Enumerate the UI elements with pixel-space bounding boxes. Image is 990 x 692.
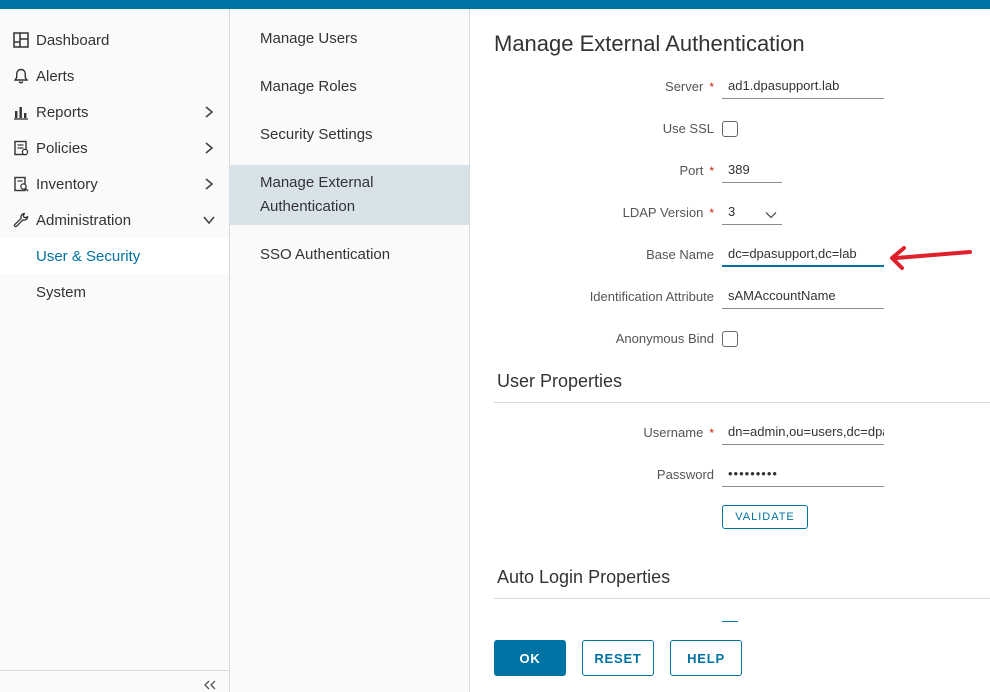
identification-attribute-label: Identification Attribute	[589, 289, 714, 304]
auto-login-checkbox[interactable]	[722, 621, 738, 622]
validate-button[interactable]: VALIDATE	[722, 505, 808, 529]
user-properties-heading: User Properties	[497, 371, 623, 391]
page-title: Manage External Authentication	[494, 31, 805, 56]
bar-chart-icon	[12, 103, 30, 121]
identification-attribute-input[interactable]: sAMAccountName	[722, 285, 884, 309]
bell-icon	[12, 67, 30, 85]
nav-item-policies[interactable]: Policies	[0, 130, 229, 166]
primary-sidebar: Dashboard Alerts Reports Policies Invent…	[0, 9, 230, 692]
subnav-label: Manage External	[260, 174, 374, 191]
use-ssl-label: Use SSL	[662, 121, 714, 136]
subnav-label: Authentication	[260, 198, 356, 215]
anonymous-bind-label: Anonymous Bind	[615, 331, 714, 346]
username-input[interactable]: dn=admin,ou=users,dc=dpasupport,dc=lab	[722, 421, 884, 445]
password-label: Password	[656, 467, 714, 482]
chevron-down-icon	[765, 212, 777, 219]
wrench-icon	[12, 211, 30, 229]
anonymous-bind-checkbox[interactable]	[722, 331, 738, 347]
help-button[interactable]: HELP	[670, 640, 742, 676]
nav-item-inventory[interactable]: Inventory	[0, 166, 229, 202]
dashboard-icon	[12, 31, 30, 49]
subnav-item-security-settings[interactable]: Security Settings	[230, 123, 469, 147]
nav-label: User & Security	[36, 247, 141, 265]
nav-label: Inventory	[36, 175, 98, 193]
subnav-label: Security Settings	[260, 126, 373, 143]
secondary-sidebar: Manage Users Manage Roles Security Setti…	[230, 9, 470, 692]
chevron-down-icon	[203, 216, 215, 225]
subnav-item-manage-users[interactable]: Manage Users	[230, 27, 469, 51]
nav-item-alerts[interactable]: Alerts	[0, 58, 229, 94]
nav-label: Dashboard	[36, 31, 110, 49]
top-header-bar	[0, 0, 990, 9]
required-marker: *	[709, 80, 714, 94]
reset-button[interactable]: RESET	[582, 640, 654, 676]
required-marker: *	[709, 206, 714, 220]
subnav-item-sso-authentication[interactable]: SSO Authentication	[230, 243, 469, 267]
ldap-version-value: 3	[728, 204, 736, 219]
password-input[interactable]: •••••••••	[722, 463, 884, 487]
nav-item-system[interactable]: System	[0, 274, 229, 310]
subnav-item-manage-external-authentication[interactable]: Manage External Authentication	[230, 165, 469, 225]
subnav-label: Manage Roles	[260, 78, 357, 95]
chevron-right-icon	[205, 178, 214, 190]
required-marker: *	[709, 426, 714, 440]
required-marker: *	[709, 164, 714, 178]
use-ssl-checkbox[interactable]	[722, 121, 738, 137]
double-chevron-left-icon	[204, 680, 216, 690]
ok-button[interactable]: OK	[494, 640, 566, 676]
subnav-label: Manage Users	[260, 30, 358, 47]
server-label: Server *	[665, 79, 714, 94]
nav-label: Policies	[36, 139, 88, 157]
nav-label: System	[36, 283, 87, 301]
chevron-right-icon	[205, 142, 214, 154]
nav-item-administration[interactable]: Administration	[0, 202, 229, 238]
policy-icon	[12, 139, 30, 157]
nav-item-reports[interactable]: Reports	[0, 94, 229, 130]
inventory-icon	[12, 175, 30, 193]
nav-item-dashboard[interactable]: Dashboard	[0, 22, 229, 58]
port-label: Port *	[679, 163, 714, 178]
section-divider	[494, 598, 990, 599]
base-name-label: Base Name	[646, 247, 714, 262]
section-divider	[494, 402, 990, 403]
subnav-label: SSO Authentication	[260, 246, 391, 263]
annotation-arrow-icon	[890, 246, 972, 270]
subnav-item-manage-roles[interactable]: Manage Roles	[230, 75, 469, 99]
base-name-input[interactable]: dc=dpasupport,dc=lab	[722, 243, 884, 267]
server-input[interactable]: ad1.dpasupport.lab	[722, 75, 884, 99]
nav-label: Reports	[36, 103, 89, 121]
username-label: Username *	[643, 425, 714, 440]
nav-item-user-security[interactable]: User & Security	[0, 238, 229, 274]
main-content: Manage External Authentication Server * a…	[470, 9, 990, 692]
port-input[interactable]: 389	[722, 159, 782, 183]
chevron-right-icon	[205, 106, 214, 118]
nav-label: Administration	[36, 211, 132, 229]
ldap-version-label: LDAP Version *	[622, 205, 714, 220]
nav-label: Alerts	[36, 67, 75, 85]
sidebar-collapse-button[interactable]	[0, 670, 229, 692]
auto-login-properties-heading: Auto Login Properties	[497, 567, 671, 587]
